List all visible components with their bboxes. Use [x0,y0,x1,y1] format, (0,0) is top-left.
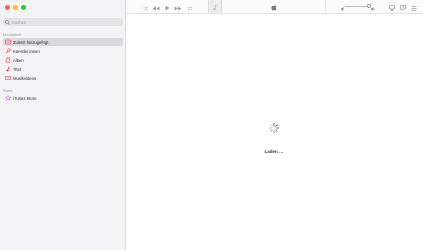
sidebar-item-recently-added[interactable]: Zuletzt hinzugefügt [3,38,123,46]
section-header-store: Store [3,88,13,93]
sidebar-item-albums[interactable]: Alben [3,56,123,64]
sidebar-item-itunes-store[interactable]: iTunes Store [3,94,123,102]
previous-button[interactable] [152,2,160,11]
volume-control[interactable] [341,4,375,11]
volume-slider[interactable] [345,4,371,8]
sidebar-item-label: Alben [13,57,24,63]
sidebar-item-label: iTunes Store [13,95,37,101]
section-header-library: Mediathek [3,32,22,37]
queue-button[interactable] [410,2,417,11]
search-icon [5,19,10,25]
close-window-button[interactable] [5,5,10,10]
play-button[interactable] [164,2,170,11]
search-placeholder: Suchen [12,19,27,25]
sidebar-item-label: Künstler:innen [13,48,40,54]
airplay-button[interactable] [388,2,395,11]
window-controls [5,5,26,10]
sidebar-item-label: Titel [13,66,21,72]
zoom-window-button[interactable] [21,5,26,10]
music-note-icon [5,66,11,72]
lyrics-button[interactable] [399,2,406,11]
album-icon [5,57,11,63]
music-window: Suchen Mediathek Zuletzt hinzugefügt Kün… [0,0,422,250]
minimize-window-button[interactable] [13,5,18,10]
volume-knob[interactable] [367,4,371,8]
shuffle-button[interactable] [142,2,149,11]
search-field[interactable]: Suchen [3,18,123,26]
sidebar-item-label: Zuletzt hinzugefügt [13,39,49,45]
sidebar-item-music-videos[interactable]: Musikvideos [3,74,123,82]
sidebar-item-label: Musikvideos [13,75,37,81]
loading-spinner-icon [268,121,280,133]
video-icon [5,75,11,81]
main-content: Laden … [126,14,422,250]
next-button[interactable] [174,2,182,11]
sidebar-item-songs[interactable]: Titel [3,65,123,73]
star-icon [5,95,11,101]
clock-icon [5,39,11,45]
playback-toolbar [126,0,422,14]
sidebar-item-artists[interactable]: Künstler:innen [3,47,123,55]
now-playing-display [222,0,326,13]
loading-label: Laden … [264,149,284,154]
now-playing-artwork[interactable] [208,0,222,13]
microphone-icon [5,48,11,54]
repeat-button[interactable] [186,2,193,11]
sidebar: Suchen Mediathek Zuletzt hinzugefügt Kün… [0,0,126,250]
